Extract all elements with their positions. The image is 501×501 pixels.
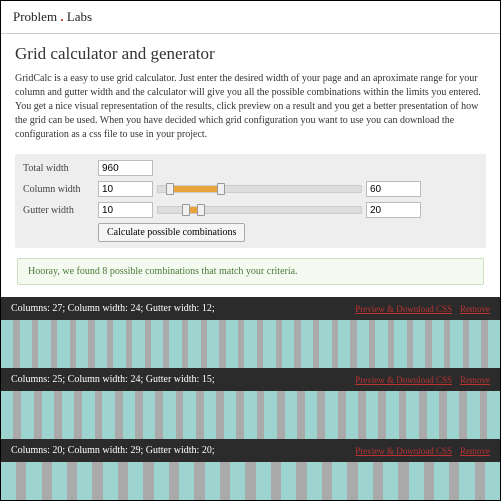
result-item: Columns: 20; Column width: 29; Gutter wi…	[1, 439, 500, 501]
calculate-button[interactable]: Calculate possible combinations	[98, 223, 245, 242]
logo-part2: Labs	[67, 9, 92, 24]
result-bar: Columns: 27; Column width: 24; Gutter wi…	[1, 297, 500, 320]
logo: Problem . Labs	[13, 9, 92, 24]
result-summary: Columns: 27; Column width: 24; Gutter wi…	[11, 303, 215, 314]
preview-download-link[interactable]: Preview & Download CSS	[355, 446, 452, 456]
grid-preview	[1, 391, 500, 439]
result-bar: Columns: 20; Column width: 29; Gutter wi…	[1, 439, 500, 462]
result-summary: Columns: 20; Column width: 29; Gutter wi…	[11, 445, 215, 456]
gutter-width-max-input[interactable]	[366, 202, 421, 218]
column-width-max-input[interactable]	[366, 181, 421, 197]
result-bar: Columns: 25; Column width: 24; Gutter wi…	[1, 368, 500, 391]
remove-link[interactable]: Remove	[460, 446, 490, 456]
logo-part1: Problem	[13, 9, 57, 24]
remove-link[interactable]: Remove	[460, 375, 490, 385]
header: Problem . Labs	[1, 1, 500, 34]
result-item: Columns: 25; Column width: 24; Gutter wi…	[1, 368, 500, 439]
preview-download-link[interactable]: Preview & Download CSS	[355, 304, 452, 314]
result-item: Columns: 27; Column width: 24; Gutter wi…	[1, 297, 500, 368]
gutter-width-min-input[interactable]	[98, 202, 153, 218]
preview-download-link[interactable]: Preview & Download CSS	[355, 375, 452, 385]
column-width-label: Column width	[23, 184, 98, 195]
grid-preview	[1, 462, 500, 501]
success-message: Hooray, we found 8 possible combinations…	[17, 258, 484, 285]
page-title: Grid calculator and generator	[15, 44, 486, 64]
total-width-input[interactable]	[98, 160, 153, 176]
form-panel: Total width Column width Gutter width	[15, 154, 486, 248]
gutter-width-slider[interactable]	[157, 206, 362, 214]
column-width-min-input[interactable]	[98, 181, 153, 197]
results-list: Columns: 27; Column width: 24; Gutter wi…	[1, 297, 500, 501]
grid-preview	[1, 320, 500, 368]
logo-dot: .	[60, 9, 63, 24]
total-width-label: Total width	[23, 163, 98, 174]
description: GridCalc is a easy to use grid calculato…	[15, 72, 486, 142]
result-summary: Columns: 25; Column width: 24; Gutter wi…	[11, 374, 215, 385]
gutter-width-label: Gutter width	[23, 205, 98, 216]
column-width-slider[interactable]	[157, 185, 362, 193]
remove-link[interactable]: Remove	[460, 304, 490, 314]
